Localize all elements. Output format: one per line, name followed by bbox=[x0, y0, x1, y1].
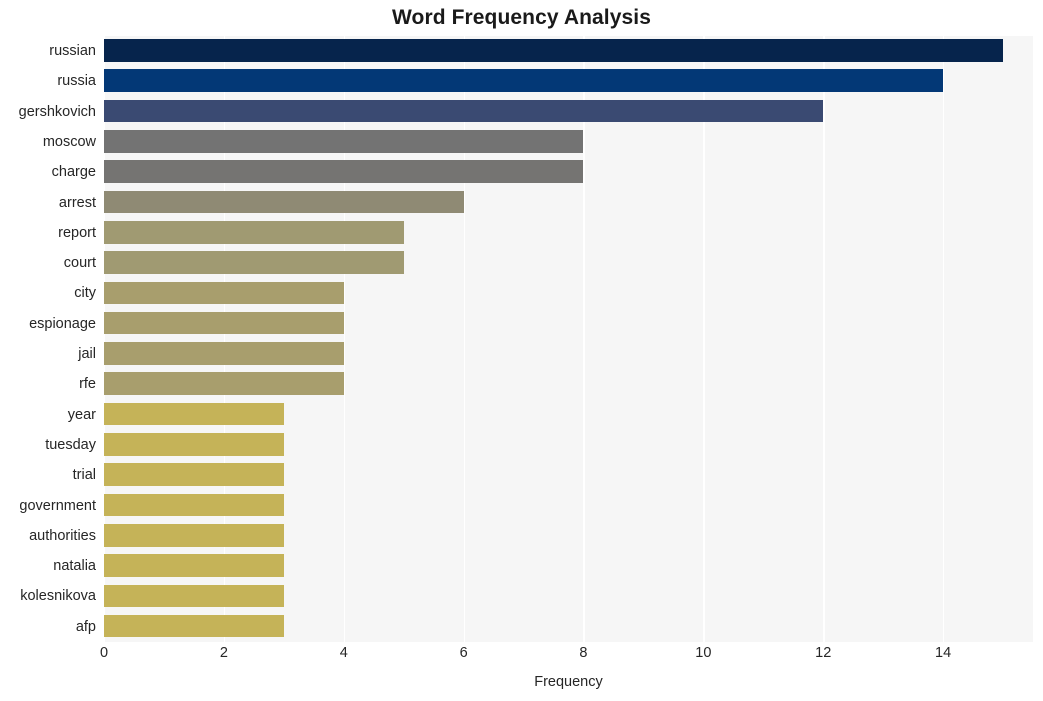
bar-charge[interactable] bbox=[104, 160, 584, 183]
y-tick-label-arrest: arrest bbox=[58, 194, 96, 211]
bar-rfe[interactable] bbox=[104, 372, 344, 396]
bar-moscow[interactable] bbox=[104, 130, 584, 153]
y-tick-label-charge: charge bbox=[51, 164, 96, 181]
bar-russia[interactable] bbox=[104, 69, 944, 93]
bar-authorities[interactable] bbox=[104, 523, 284, 547]
y-tick-label-espionage: espionage bbox=[29, 315, 96, 332]
bar-row bbox=[104, 612, 1033, 642]
y-tick-label-jail: jail bbox=[78, 346, 96, 362]
chart-figure: Word Frequency Analysis russian russia ger… bbox=[0, 0, 1043, 701]
bar-row bbox=[104, 188, 1033, 218]
bar-kolesnikova[interactable] bbox=[104, 584, 284, 608]
bar-jail[interactable] bbox=[104, 342, 344, 365]
bar-gershkovich[interactable] bbox=[104, 99, 824, 123]
y-tick-label-year: year bbox=[67, 406, 96, 423]
bar-report[interactable] bbox=[104, 220, 404, 244]
bar-espionage[interactable] bbox=[104, 311, 344, 335]
x-axis-label: Frequency bbox=[534, 674, 603, 690]
y-tick-label-moscow: moscow bbox=[42, 133, 96, 150]
bar-row bbox=[104, 551, 1033, 581]
y-axis-tick-labels: russian russia gershkovich moscow charge arre… bbox=[0, 36, 96, 642]
y-tick-label-tuesday: tuesday bbox=[45, 436, 96, 453]
x-axis-tick-labels: 0 2 4 6 8 10 12 14 bbox=[100, 645, 1033, 669]
bar-arrest[interactable] bbox=[104, 190, 464, 214]
bar-russian[interactable] bbox=[104, 39, 1004, 62]
bar-government[interactable] bbox=[104, 493, 284, 517]
bar-row bbox=[104, 430, 1033, 460]
y-tick-label-court: court bbox=[63, 255, 96, 272]
bar-row bbox=[104, 127, 1033, 157]
x-tick-label-8: 8 bbox=[579, 645, 588, 661]
bar-row bbox=[104, 581, 1033, 611]
x-tick-label-4: 4 bbox=[339, 645, 348, 661]
bar-row bbox=[104, 218, 1033, 248]
y-tick-label-city: city bbox=[74, 285, 96, 302]
x-tick-label-14: 14 bbox=[935, 645, 952, 661]
chart-title: Word Frequency Analysis bbox=[391, 6, 652, 29]
plot-area bbox=[104, 36, 1033, 642]
y-tick-label-report: report bbox=[58, 224, 96, 241]
bar-row bbox=[104, 400, 1033, 430]
bar-row bbox=[104, 369, 1033, 399]
bar-row bbox=[104, 460, 1033, 490]
bar-row bbox=[104, 97, 1033, 127]
y-tick-label-russia: russia bbox=[57, 73, 96, 90]
y-tick-label-kolesnikova: kolesnikova bbox=[20, 588, 96, 605]
bars-container bbox=[104, 36, 1033, 642]
bar-city[interactable] bbox=[104, 281, 344, 305]
bar-row bbox=[104, 491, 1033, 521]
y-tick-label-russian: russian bbox=[49, 43, 96, 59]
x-tick-label-10: 10 bbox=[695, 645, 712, 661]
y-tick-label-authorities: authorities bbox=[29, 527, 96, 544]
bar-tuesday[interactable] bbox=[104, 433, 284, 456]
y-tick-label-natalia: natalia bbox=[53, 558, 96, 575]
bar-row bbox=[104, 521, 1033, 551]
bar-row bbox=[104, 309, 1033, 339]
bar-row bbox=[104, 66, 1033, 96]
x-tick-label-0: 0 bbox=[99, 645, 109, 661]
bar-trial[interactable] bbox=[104, 463, 284, 486]
x-tick-label-12: 12 bbox=[815, 645, 832, 661]
y-tick-label-afp: afp bbox=[75, 618, 96, 635]
bar-row bbox=[104, 278, 1033, 308]
bar-row bbox=[104, 339, 1033, 369]
y-tick-label-rfe: rfe bbox=[79, 376, 96, 393]
x-tick-label-6: 6 bbox=[459, 645, 468, 661]
bar-natalia[interactable] bbox=[104, 554, 284, 577]
bar-year[interactable] bbox=[104, 402, 284, 426]
y-tick-label-government: government bbox=[19, 497, 96, 514]
bar-row bbox=[104, 157, 1033, 187]
y-tick-label-trial: trial bbox=[72, 467, 96, 484]
bar-afp[interactable] bbox=[104, 614, 284, 638]
y-tick-label-gershkovich: gershkovich bbox=[18, 103, 96, 120]
bar-row bbox=[104, 248, 1033, 278]
x-tick-label-2: 2 bbox=[219, 645, 228, 661]
bar-court[interactable] bbox=[104, 251, 404, 274]
bar-row bbox=[104, 36, 1033, 66]
